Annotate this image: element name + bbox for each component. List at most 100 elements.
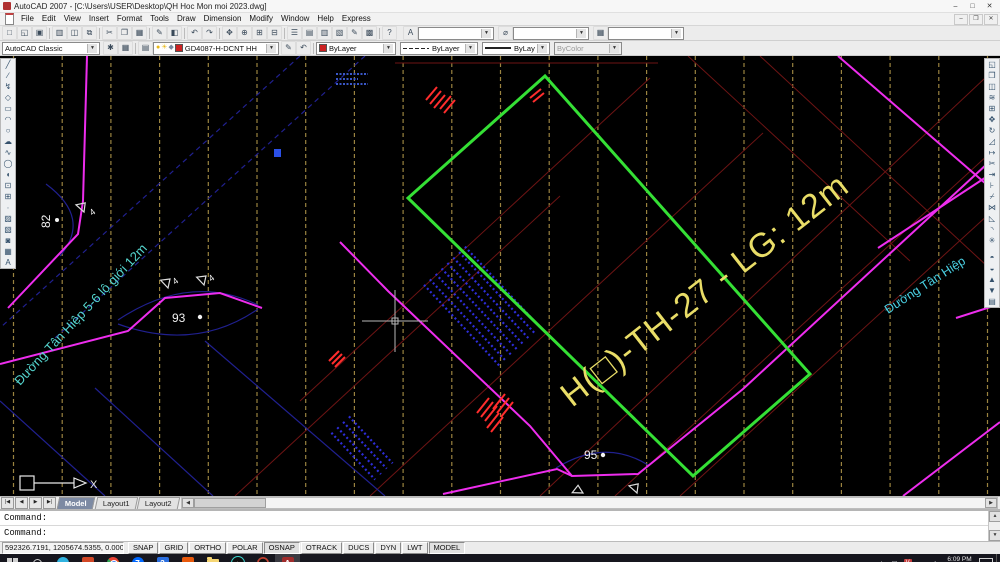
close-icon[interactable]: ✕ — [981, 1, 998, 12]
make-block-button[interactable]: ⊞ — [2, 191, 14, 202]
save-button[interactable]: ▣ — [32, 26, 47, 40]
arc-button[interactable]: ◠ — [2, 114, 14, 125]
first-tab-icon[interactable]: |◀ — [1, 497, 14, 509]
line-button[interactable]: ╱ — [2, 59, 14, 70]
tray-doc-icon[interactable]: ▤ — [888, 554, 901, 562]
text-style-combo[interactable]: ▼ — [418, 27, 494, 40]
array-button[interactable]: ⊞ — [986, 103, 998, 114]
table-style-combo[interactable]: ▼ — [608, 27, 684, 40]
help-button[interactable]: ? — [382, 26, 397, 40]
multiline-text-button[interactable]: A — [2, 257, 14, 268]
taskbar-autocad-2007-icon[interactable]: A — [275, 554, 300, 562]
redo-button[interactable]: ↷ — [202, 26, 217, 40]
scroll-left-icon[interactable]: ◀ — [182, 498, 194, 508]
dim-style-combo[interactable]: ▼ — [513, 27, 589, 40]
region-button[interactable]: ◙ — [2, 235, 14, 246]
taskbar-chrome-icon[interactable] — [100, 554, 125, 562]
toggle-otrack[interactable]: OTRACK — [301, 542, 342, 554]
zoom-window-button[interactable]: ⊞ — [252, 26, 267, 40]
command-window[interactable]: Command: Command: ▲ ▼ — [0, 509, 1000, 541]
action-center-icon[interactable] — [979, 558, 993, 562]
scrollbar-thumb[interactable] — [194, 498, 266, 508]
previous-tab-icon[interactable]: ◀ — [15, 497, 28, 509]
properties-button[interactable]: ☰ — [287, 26, 302, 40]
polyline-button[interactable]: ↯ — [2, 81, 14, 92]
command-input-line[interactable]: Command: — [0, 526, 1000, 540]
maximize-icon[interactable]: □ — [964, 1, 981, 12]
trim-button[interactable]: ✂ — [986, 158, 998, 169]
menu-format[interactable]: Format — [113, 13, 146, 25]
rectangle-button[interactable]: ▭ — [2, 103, 14, 114]
ellipse-arc-button[interactable]: ◖ — [2, 169, 14, 180]
command-scrollbar[interactable]: ▲ ▼ — [988, 511, 1000, 541]
draworder-button[interactable]: ▤ — [986, 296, 998, 307]
rotate-button[interactable]: ↻ — [986, 125, 998, 136]
menu-window[interactable]: Window — [277, 13, 313, 25]
insert-block-button[interactable]: ⊡ — [2, 180, 14, 191]
polygon-button[interactable]: ◇ — [2, 92, 14, 103]
workspace-combo[interactable]: AutoCAD Classic ▼ — [2, 42, 100, 55]
menu-file[interactable]: File — [17, 13, 38, 25]
layer-combo[interactable]: ● ☀ ◆ GD4087-H-DCNT HH ▼ — [153, 42, 279, 55]
scroll-down-icon[interactable]: ▼ — [989, 530, 1000, 541]
cut-button[interactable]: ✂ — [102, 26, 117, 40]
erase-button[interactable]: ◱ — [986, 59, 998, 70]
gradient-button[interactable]: ▧ — [2, 224, 14, 235]
taskbar-edge-icon[interactable] — [50, 554, 75, 562]
child-restore-icon[interactable]: ❐ — [969, 14, 983, 25]
bring-above-button[interactable]: ▲ — [986, 274, 998, 285]
menu-help[interactable]: Help — [313, 13, 337, 25]
sheet-set-manager-button[interactable]: ▧ — [332, 26, 347, 40]
circle-button[interactable]: ○ — [2, 125, 14, 136]
markup-button[interactable]: ✎ — [347, 26, 362, 40]
menu-view[interactable]: View — [60, 13, 85, 25]
block-editor-button[interactable]: ◧ — [167, 26, 182, 40]
break-at-point-button[interactable]: ⊦ — [986, 180, 998, 191]
toggle-grid[interactable]: GRID — [159, 542, 188, 554]
menu-insert[interactable]: Insert — [85, 13, 113, 25]
copy-object-button[interactable]: ❐ — [986, 70, 998, 81]
toggle-ortho[interactable]: ORTHO — [189, 542, 226, 554]
menu-modify[interactable]: Modify — [245, 13, 277, 25]
publish-button[interactable]: ⧉ — [82, 26, 97, 40]
ellipse-button[interactable]: ◯ — [2, 158, 14, 169]
toggle-lwt[interactable]: LWT — [402, 542, 427, 554]
tray-volume-icon[interactable]: ◁ — [927, 554, 940, 562]
extend-button[interactable]: ⇥ — [986, 169, 998, 180]
layer-previous-button[interactable]: ↶ — [296, 41, 311, 55]
tab-layout1[interactable]: Layout1 — [94, 497, 137, 509]
taskbar-zalo-icon[interactable]: Z — [125, 554, 150, 562]
chamfer-button[interactable]: ◺ — [986, 213, 998, 224]
taskbar-file-explorer-icon[interactable] — [200, 554, 225, 562]
zoom-realtime-button[interactable]: ⊕ — [237, 26, 252, 40]
last-tab-icon[interactable]: ▶| — [43, 497, 56, 509]
horizontal-scrollbar[interactable]: ◀ ▶ — [181, 497, 998, 509]
hatch-button[interactable]: ▨ — [2, 213, 14, 224]
tab-layout2[interactable]: Layout2 — [137, 497, 180, 509]
point-button[interactable]: ∙ — [2, 202, 14, 213]
revision-cloud-button[interactable]: ☁ — [2, 136, 14, 147]
taskbar-autocad-launcher-icon[interactable] — [250, 554, 275, 562]
next-tab-icon[interactable]: ▶ — [29, 497, 42, 509]
copy-button[interactable]: ❐ — [117, 26, 132, 40]
child-close-icon[interactable]: ✕ — [984, 14, 998, 25]
quickcalc-button[interactable]: ▩ — [362, 26, 377, 40]
plot-button[interactable]: ▥ — [52, 26, 67, 40]
stretch-button[interactable]: ↦ — [986, 147, 998, 158]
layer-on-bulb-icon[interactable]: ● — [156, 43, 160, 53]
menu-express[interactable]: Express — [338, 13, 375, 25]
toggle-model[interactable]: MODEL — [429, 542, 466, 554]
fillet-button[interactable]: ◝ — [986, 224, 998, 235]
zoom-previous-button[interactable]: ⊟ — [267, 26, 282, 40]
toggle-snap[interactable]: SNAP — [128, 542, 158, 554]
send-to-back-button[interactable]: ◒ — [986, 263, 998, 274]
menu-tools[interactable]: Tools — [146, 13, 173, 25]
taskbar-clock[interactable]: 6:09 PM 10/9/2025 — [940, 556, 979, 562]
make-object-layer-current-button[interactable]: ✎ — [281, 41, 296, 55]
undo-button[interactable]: ↶ — [187, 26, 202, 40]
bring-to-front-button[interactable]: ◓ — [986, 252, 998, 263]
toggle-osnap[interactable]: OSNAP — [264, 542, 300, 554]
new-button[interactable]: □ — [2, 26, 17, 40]
toggle-polar[interactable]: POLAR — [227, 542, 262, 554]
spline-button[interactable]: ∿ — [2, 147, 14, 158]
